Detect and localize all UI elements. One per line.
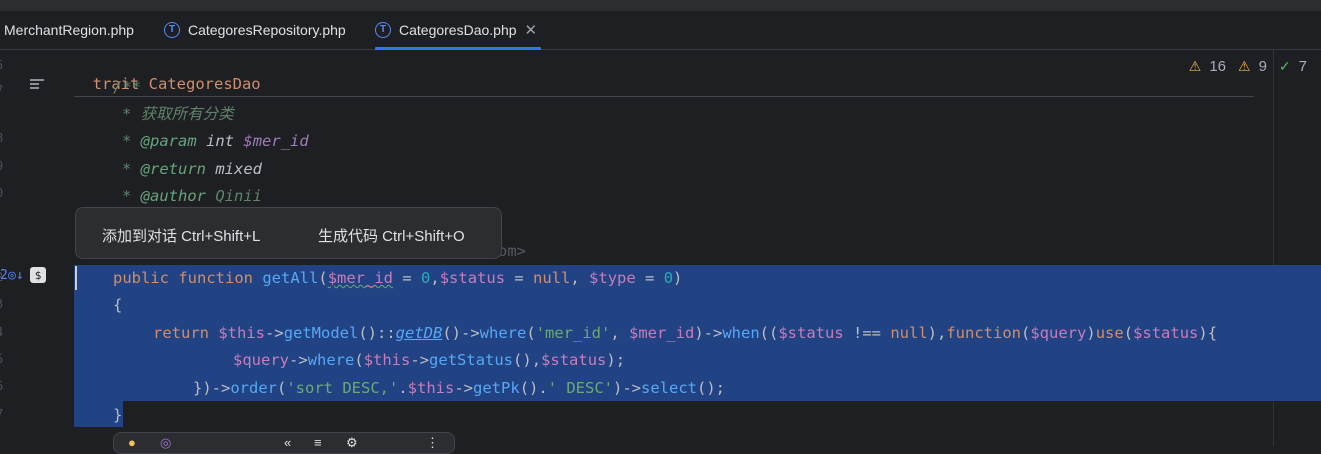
tab-categoresrepository[interactable]: T CategoresRepository.php bbox=[164, 11, 346, 49]
tab-label: CategoresRepository.php bbox=[188, 22, 346, 38]
ai-action-popup: 添加到对话 Ctrl+Shift+L 生成代码 Ctrl+Shift+O bbox=[75, 207, 502, 259]
trait-icon: T bbox=[375, 22, 391, 38]
line-number: 9 bbox=[0, 159, 3, 173]
code-line: * @return mixed bbox=[122, 160, 263, 178]
implements-icon[interactable]: 2 bbox=[0, 268, 8, 283]
generate-code-button[interactable]: 生成代码 Ctrl+Shift+O bbox=[318, 225, 465, 246]
weak-warning-icon: ⚠ bbox=[1238, 58, 1251, 74]
code-line: * 获取所有分类 bbox=[122, 105, 234, 123]
override-icon[interactable]: ◎↓ bbox=[8, 268, 24, 283]
line-number: 5 bbox=[0, 58, 3, 72]
code-line: /** bbox=[113, 78, 141, 96]
caret bbox=[75, 266, 77, 290]
line-number: 5 bbox=[0, 352, 3, 366]
warning-icon: ⚠ bbox=[1188, 58, 1202, 74]
ai-assist-icon[interactable]: $ bbox=[30, 267, 46, 283]
floating-toolbar: ● ◎ « ≡ ⚙ ⋮ bbox=[113, 432, 455, 454]
weak-warning-count: 9 bbox=[1258, 58, 1267, 75]
list-icon[interactable]: ≡ bbox=[314, 435, 322, 450]
more-icon[interactable]: ⋮ bbox=[426, 435, 439, 451]
structure-icon[interactable] bbox=[30, 79, 44, 91]
code-line-fragment: om> bbox=[498, 242, 526, 260]
inspection-widget[interactable]: ⚠ 16 ⚠ 9 ✓ 7 bbox=[1189, 58, 1307, 75]
editor-gutter: 5 7 8 9 0 2 3 4 5 6 7 bbox=[0, 50, 72, 446]
line-number: 6 bbox=[0, 379, 3, 393]
line-number: 3 bbox=[0, 297, 3, 311]
tab-label: MerchantRegion.php bbox=[4, 22, 134, 38]
gear-icon[interactable]: ⚙ bbox=[346, 435, 358, 451]
line-number: 4 bbox=[0, 325, 3, 339]
sticky-breadcrumb[interactable]: trait CategoresDao bbox=[74, 54, 1254, 97]
bulb-icon[interactable]: ● bbox=[128, 435, 136, 450]
code-line: { bbox=[113, 296, 123, 314]
code-line: })->order('sort DESC,'.$this->getPk().' … bbox=[193, 379, 726, 397]
line-number: 0 bbox=[0, 186, 3, 200]
ai-icon[interactable]: ◎ bbox=[160, 435, 171, 451]
ok-count: 7 bbox=[1298, 58, 1307, 75]
add-to-chat-button[interactable]: 添加到对话 Ctrl+Shift+L bbox=[102, 225, 260, 246]
tab-label: CategoresDao.php bbox=[399, 22, 517, 38]
trait-icon: T bbox=[164, 22, 180, 38]
warning-count: 16 bbox=[1209, 58, 1227, 75]
line-number: 7 bbox=[0, 407, 3, 421]
close-icon[interactable]: ✕ bbox=[525, 21, 538, 39]
tab-categoresdao[interactable]: T CategoresDao.php ✕ bbox=[375, 11, 542, 50]
line-number: 7 bbox=[0, 83, 3, 97]
check-icon: ✓ bbox=[1278, 58, 1291, 74]
code-line: * @param int $mer_id bbox=[122, 132, 309, 150]
code-line: $query->where($this->getStatus(),$status… bbox=[233, 351, 626, 369]
code-line: return $this->getModel()::getDB()->where… bbox=[153, 324, 1218, 342]
tab-merchantregion[interactable]: MerchantRegion.php bbox=[4, 11, 134, 49]
title-bar-strip bbox=[0, 0, 1321, 11]
line-number: 8 bbox=[0, 131, 3, 145]
code-line: public function getAll($mer_id = 0,$stat… bbox=[113, 269, 683, 287]
code-line: } bbox=[113, 406, 123, 424]
quote-icon[interactable]: « bbox=[284, 435, 291, 450]
editor-tab-bar: MerchantRegion.php T CategoresRepository… bbox=[0, 11, 1321, 50]
code-line: * @author Qinii bbox=[122, 187, 263, 205]
